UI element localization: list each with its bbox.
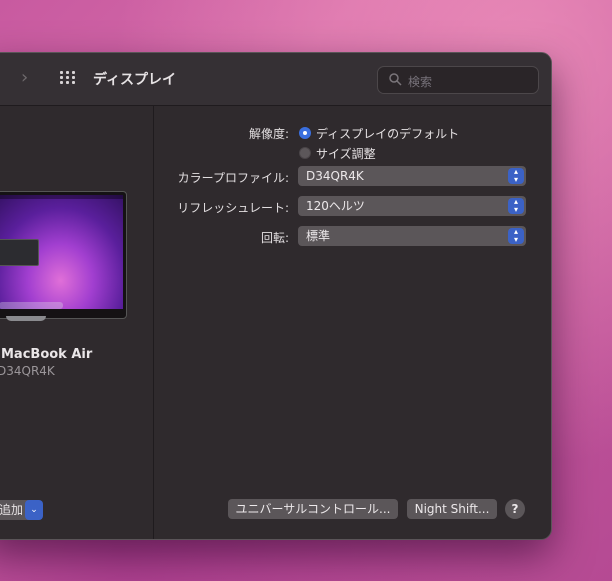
- search-field[interactable]: 検索: [377, 66, 539, 94]
- screen-window-preview: [0, 239, 39, 266]
- resolution-label: 解像度:: [248, 127, 289, 141]
- show-all-grid-icon[interactable]: [60, 71, 78, 85]
- window-toolbar: › ディスプレイ 検索: [0, 53, 551, 106]
- color-profile-label: カラープロファイル:: [177, 171, 289, 185]
- display-screen-preview: [0, 191, 127, 319]
- up-down-chevron-icon: ▴ ▾: [508, 168, 524, 184]
- refresh-rate-value: 120ヘルツ: [306, 199, 365, 213]
- radio-default-label: ディスプレイのデフォルト: [316, 127, 460, 141]
- window-title: ディスプレイ: [93, 72, 177, 88]
- refresh-rate-label: リフレッシュレート:: [177, 201, 289, 215]
- color-profile-value: D34QR4K: [306, 169, 364, 183]
- display-name: MacBook Air: [1, 347, 93, 362]
- radio-default-resolution[interactable]: [299, 127, 311, 139]
- display-stand: [6, 316, 46, 321]
- screen-dock-preview: [0, 302, 63, 309]
- search-icon: [389, 73, 402, 86]
- add-display-chevron-icon[interactable]: ⌄: [25, 500, 43, 520]
- search-placeholder: 検索: [408, 75, 433, 89]
- displays-preferences-window: › ディスプレイ 検索 MacBook Air D34QR4K 追加 ⌄ 解像度…: [0, 52, 552, 540]
- universal-control-button[interactable]: ユニバーサルコントロール...: [228, 499, 398, 519]
- help-button[interactable]: ?: [505, 499, 525, 519]
- up-down-chevron-icon: ▴ ▾: [508, 228, 524, 244]
- rotation-popup[interactable]: 標準 ▴ ▾: [298, 226, 526, 246]
- forward-chevron-icon[interactable]: ›: [21, 67, 28, 88]
- color-profile-popup[interactable]: D34QR4K ▴ ▾: [298, 166, 526, 186]
- refresh-rate-popup[interactable]: 120ヘルツ ▴ ▾: [298, 196, 526, 216]
- display-list-panel: MacBook Air D34QR4K: [0, 106, 154, 539]
- night-shift-button[interactable]: Night Shift...: [407, 499, 497, 519]
- up-down-chevron-icon: ▴ ▾: [508, 198, 524, 214]
- display-thumbnail[interactable]: [0, 191, 127, 321]
- display-subtitle: D34QR4K: [0, 364, 55, 378]
- radio-scaled-label: サイズ調整: [316, 147, 376, 161]
- rotation-label: 回転:: [260, 231, 289, 245]
- screen-menubar-preview: [0, 195, 123, 199]
- rotation-value: 標準: [306, 229, 331, 243]
- radio-scaled-resolution[interactable]: [299, 147, 311, 159]
